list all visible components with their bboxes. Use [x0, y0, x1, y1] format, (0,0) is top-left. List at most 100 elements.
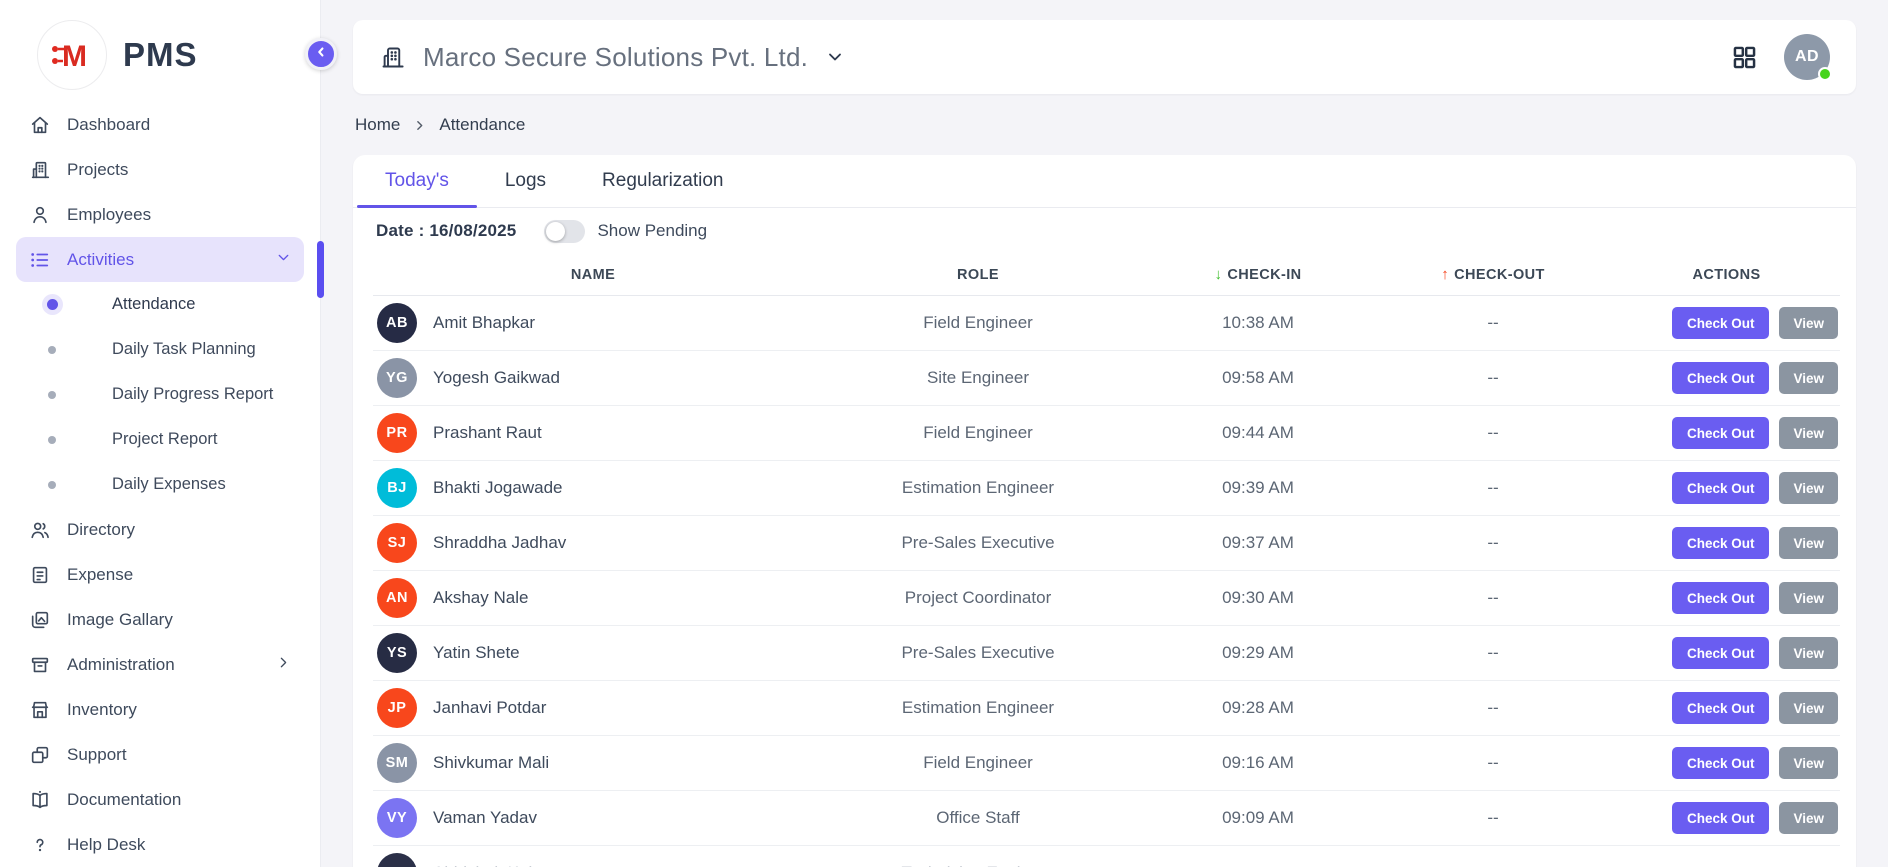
chevron-right-icon	[413, 117, 426, 132]
role-cell: Pre-Sales Executive	[813, 643, 1143, 663]
sidebar-item-label: Administration	[67, 655, 275, 675]
sidebar-item-label: Projects	[67, 160, 292, 180]
sidebar-item-image-gallary[interactable]: Image Gallary	[16, 597, 304, 642]
sidebar-subitem-daily-progress-report[interactable]: Daily Progress Report	[0, 372, 320, 417]
check-out-button[interactable]: Check Out	[1672, 637, 1770, 669]
tab-today-s[interactable]: Today's	[357, 155, 477, 207]
sidebar-subitem-label: Daily Task Planning	[112, 340, 256, 359]
check-out-button[interactable]: Check Out	[1672, 802, 1770, 834]
employee-cell: BJBhakti Jogawade	[373, 468, 813, 508]
date-label: Date : 16/08/2025	[376, 221, 516, 241]
sidebar-subitem-label: Attendance	[112, 295, 195, 314]
role-cell: Estimation Engineer	[813, 478, 1143, 498]
col-header-checkout[interactable]: ↑CHECK-OUT	[1373, 266, 1613, 283]
sidebar-item-label: Inventory	[67, 700, 292, 720]
list-icon	[28, 248, 52, 272]
sidebar-collapse-button[interactable]	[305, 38, 337, 70]
check-out-button[interactable]: Check Out	[1672, 692, 1770, 724]
sidebar-item-expense[interactable]: Expense	[16, 552, 304, 597]
view-button[interactable]: View	[1779, 637, 1838, 669]
sidebar-item-documentation[interactable]: Documentation	[16, 777, 304, 822]
company-selector[interactable]: Marco Secure Solutions Pvt. Ltd.	[379, 42, 845, 73]
view-button[interactable]: View	[1779, 582, 1838, 614]
sidebar-item-dashboard[interactable]: Dashboard	[16, 102, 304, 147]
breadcrumb-home[interactable]: Home	[355, 115, 400, 135]
sidebar-item-label: Dashboard	[67, 115, 292, 135]
role-cell: Office Staff	[813, 808, 1143, 828]
check-out-button[interactable]: Check Out	[1672, 417, 1770, 449]
attendance-table: NAME ROLE ↓CHECK-IN ↑CHECK-OUT ACTIONS A…	[353, 254, 1856, 867]
sort-desc-icon: ↓	[1215, 266, 1223, 283]
table-row: BJBhakti JogawadeEstimation Engineer09:3…	[373, 461, 1840, 516]
tab-regularization[interactable]: Regularization	[574, 155, 751, 207]
view-button[interactable]: View	[1779, 417, 1838, 449]
view-button[interactable]: View	[1779, 802, 1838, 834]
employee-cell: SMShivkumar Mali	[373, 743, 813, 783]
show-pending-toggle[interactable]	[544, 220, 585, 243]
sidebar-item-directory[interactable]: Directory	[16, 507, 304, 552]
chevron-down-icon	[825, 43, 845, 72]
check-out-button[interactable]: Check Out	[1672, 527, 1770, 559]
table-row: VYVaman YadavOffice Staff09:09 AM--Check…	[373, 791, 1840, 846]
view-button[interactable]: View	[1779, 307, 1838, 339]
avatar: PR	[377, 413, 417, 453]
sidebar-item-administration[interactable]: Administration	[16, 642, 304, 687]
check-out-button[interactable]: Check Out	[1672, 362, 1770, 394]
building-icon	[379, 44, 406, 71]
sidebar-subitem-attendance[interactable]: Attendance	[0, 282, 320, 327]
view-button[interactable]: View	[1779, 362, 1838, 394]
employee-name: Janhavi Potdar	[433, 698, 546, 718]
table-row: Abhishek KaleTechnician Engineer	[373, 846, 1840, 867]
sort-asc-icon: ↑	[1441, 266, 1449, 283]
employee-name: Abhishek Kale	[433, 863, 542, 867]
check-in-cell: 09:39 AM	[1143, 478, 1373, 498]
view-button[interactable]: View	[1779, 527, 1838, 559]
tab-logs[interactable]: Logs	[477, 155, 574, 207]
check-out-cell: --	[1373, 643, 1613, 663]
view-button[interactable]: View	[1779, 472, 1838, 504]
view-button[interactable]: View	[1779, 747, 1838, 779]
sidebar-item-label: Image Gallary	[67, 610, 292, 630]
role-cell: Project Coordinator	[813, 588, 1143, 608]
sidebar-item-support[interactable]: Support	[16, 732, 304, 777]
actions-cell: Check Out View	[1613, 307, 1840, 339]
book-icon	[28, 788, 52, 812]
apps-grid-icon[interactable]	[1731, 44, 1758, 71]
avatar: YG	[377, 358, 417, 398]
check-out-cell: --	[1373, 588, 1613, 608]
user-avatar[interactable]: AD	[1784, 34, 1830, 80]
avatar: AB	[377, 303, 417, 343]
sidebar-subitem-daily-task-planning[interactable]: Daily Task Planning	[0, 327, 320, 372]
employee-cell: JPJanhavi Potdar	[373, 688, 813, 728]
table-row: PRPrashant RautField Engineer09:44 AM--C…	[373, 406, 1840, 461]
employee-name: Akshay Nale	[433, 588, 528, 608]
bullet-icon	[46, 434, 58, 446]
check-out-button[interactable]: Check Out	[1672, 747, 1770, 779]
online-status-dot	[1818, 67, 1832, 81]
employee-cell: ABAmit Bhapkar	[373, 303, 813, 343]
sidebar-item-projects[interactable]: Projects	[16, 147, 304, 192]
col-header-checkin[interactable]: ↓CHECK-IN	[1143, 266, 1373, 283]
employee-cell: Abhishek Kale	[373, 853, 813, 867]
check-out-button[interactable]: Check Out	[1672, 582, 1770, 614]
active-section-indicator	[317, 241, 324, 298]
employee-name: Vaman Yadav	[433, 808, 537, 828]
check-out-button[interactable]: Check Out	[1672, 307, 1770, 339]
sidebar-subitem-project-report[interactable]: Project Report	[0, 417, 320, 462]
actions-cell: Check Out View	[1613, 692, 1840, 724]
employee-cell: SJShraddha Jadhav	[373, 523, 813, 563]
employee-cell: VYVaman Yadav	[373, 798, 813, 838]
sidebar-item-help-desk[interactable]: Help Desk	[16, 822, 304, 867]
sidebar-item-employees[interactable]: Employees	[16, 192, 304, 237]
squares-icon	[28, 743, 52, 767]
sidebar-subitem-daily-expenses[interactable]: Daily Expenses	[0, 462, 320, 507]
sidebar-item-inventory[interactable]: Inventory	[16, 687, 304, 732]
sidebar-item-activities[interactable]: Activities	[16, 237, 304, 282]
check-out-button[interactable]: Check Out	[1672, 472, 1770, 504]
view-button[interactable]: View	[1779, 692, 1838, 724]
check-in-cell: 10:38 AM	[1143, 313, 1373, 333]
attendance-card: Today'sLogsRegularization Date : 16/08/2…	[353, 155, 1856, 867]
chevron-right-icon	[275, 654, 292, 676]
avatar: AN	[377, 578, 417, 618]
avatar: SJ	[377, 523, 417, 563]
